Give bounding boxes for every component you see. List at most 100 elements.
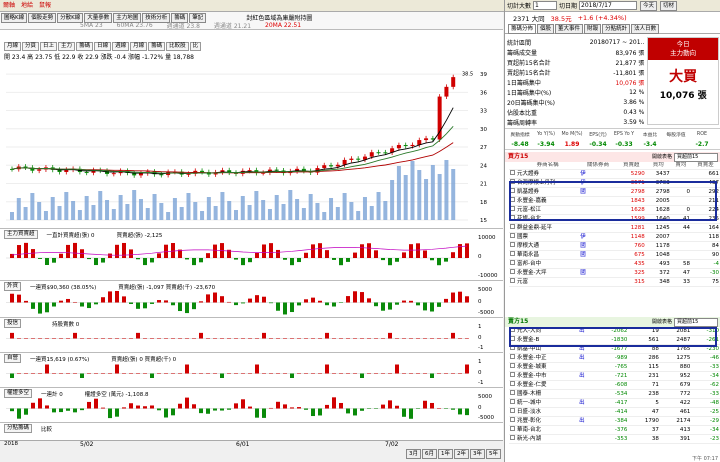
stock-price: 38.5元 xyxy=(550,15,572,23)
date-input[interactable]: 2018/7/17 xyxy=(579,1,638,10)
indicator-bar xyxy=(17,294,21,303)
period-btn-10[interactable]: 比較股 xyxy=(166,42,189,51)
rtab-branches[interactable]: 分點統計 xyxy=(602,23,631,34)
table-row[interactable]: 永豐金-仁愛 -608 71 679 -62 xyxy=(509,380,720,390)
tab-volume[interactable]: 大量參數 xyxy=(84,12,113,23)
row-checkbox[interactable] xyxy=(509,232,516,242)
table-row[interactable]: 永豐金-中正出 -989 286 1275 -46 xyxy=(509,353,720,363)
row-checkbox[interactable] xyxy=(509,389,516,399)
buy-highlight-box xyxy=(509,181,717,221)
indicator-bar xyxy=(444,373,448,374)
period-btn-6[interactable]: 日線 xyxy=(94,42,112,51)
menu-tab-3[interactable]: 鼠報 xyxy=(36,0,54,12)
table-row[interactable]: 華南-台北 -376 37 413 -34 xyxy=(509,425,720,435)
menu-tab-2[interactable]: 地給 xyxy=(18,0,36,12)
indicator-bar xyxy=(388,302,392,310)
row-checkbox[interactable] xyxy=(509,259,516,269)
table-row[interactable]: 元大證券伊 5290 3437 661 xyxy=(509,169,720,179)
analysis-button[interactable]: 切材 xyxy=(660,0,678,11)
period-btn-1[interactable]: 月線 xyxy=(4,42,22,51)
indicator-bar xyxy=(367,338,371,339)
range-3y[interactable]: 3年 xyxy=(470,449,485,459)
row-checkbox[interactable] xyxy=(509,277,516,287)
table-cell: 1245 xyxy=(645,223,671,233)
table-row[interactable]: 日盛-淡水 -414 47 461 -25 xyxy=(509,407,720,417)
table-row[interactable]: 永豐金-大坪國 325 372 47 -30 xyxy=(509,268,720,278)
panel-select[interactable]: 分點籌碼 xyxy=(4,424,33,433)
metric-value: 1.89 xyxy=(564,140,580,148)
period-btn-5[interactable]: 籌碼 xyxy=(76,42,94,51)
candle-body xyxy=(396,145,401,149)
rtab-events[interactable]: 董大事件 xyxy=(555,23,584,34)
menu-tab-1[interactable]: 爾軸 xyxy=(0,0,18,12)
indicator-bar xyxy=(346,408,350,414)
today-button[interactable]: 今天 xyxy=(640,0,658,11)
indicator-bar xyxy=(304,373,308,374)
row-checkbox[interactable] xyxy=(509,250,516,260)
row-checkbox[interactable] xyxy=(509,425,516,435)
range-3m[interactable]: 3月 xyxy=(406,449,421,459)
tab-mainforce[interactable]: 主力地圖 xyxy=(113,12,142,23)
row-checkbox[interactable] xyxy=(509,434,516,444)
period-btn-9[interactable]: 籌碼 xyxy=(148,42,166,51)
stock-name: 2371 大同 xyxy=(513,15,545,23)
buy-select[interactable]: 買超前15 xyxy=(674,152,718,162)
indicator-bar xyxy=(465,408,469,416)
row-checkbox[interactable] xyxy=(509,241,516,251)
row-checkbox[interactable] xyxy=(509,353,516,363)
table-row[interactable]: 群益金鼎-延平 1281 1245 44 164 xyxy=(509,223,720,233)
sell-open-table[interactable]: 開啟表格 xyxy=(652,317,672,327)
period-btn-11[interactable]: 比 xyxy=(189,42,202,51)
tab-dist[interactable]: 分散K線 xyxy=(57,12,84,23)
row-checkbox[interactable] xyxy=(509,416,516,426)
table-row[interactable]: 摩根大通國 760 1178 84 xyxy=(509,241,720,251)
moving-average-line xyxy=(11,107,454,175)
row-checkbox[interactable] xyxy=(509,223,516,233)
indicator-bar xyxy=(157,338,161,339)
buy-open-table[interactable]: 開啟表格 xyxy=(652,152,672,162)
row-checkbox[interactable] xyxy=(509,371,516,381)
table-row[interactable]: 統一-城中出 -417 5 422 -48 xyxy=(509,398,720,408)
rtab-stock[interactable]: 個股 xyxy=(537,23,555,34)
indicator-bar xyxy=(423,302,427,311)
row-checkbox[interactable] xyxy=(509,169,516,179)
period-btn-2[interactable]: 分頁 xyxy=(22,42,40,51)
table-row[interactable]: 國票伊 1148 2007 118 xyxy=(509,232,720,242)
table-row[interactable]: 華南永昌國 675 1048 90 xyxy=(509,250,720,260)
rtab-chips[interactable]: 籌碼分佈 xyxy=(508,23,537,34)
tab-kline[interactable]: 圖略K線 xyxy=(1,12,28,23)
row-checkbox[interactable] xyxy=(509,268,516,278)
volume-bar xyxy=(390,180,395,220)
period-btn-8[interactable]: 月線 xyxy=(130,42,148,51)
row-checkbox[interactable] xyxy=(509,398,516,408)
count-input[interactable]: 1 xyxy=(533,1,558,10)
table-row[interactable]: 兆豐-彰化出 -384 1790 2174 -29 xyxy=(509,416,720,426)
row-checkbox[interactable] xyxy=(509,407,516,417)
period-btn-7[interactable]: 週線 xyxy=(112,42,130,51)
rtab-financial[interactable]: 財報 xyxy=(584,23,602,34)
indicator-bar xyxy=(24,338,28,339)
table-row[interactable]: 永豐金-城東 -765 115 880 -33 xyxy=(509,362,720,372)
row-checkbox[interactable] xyxy=(509,380,516,390)
period-btn-3[interactable]: 日上 xyxy=(40,42,58,51)
indicator-bar xyxy=(66,373,70,374)
range-5y[interactable]: 5年 xyxy=(486,449,501,459)
ma20-label: 20MA 22.51 xyxy=(265,22,302,29)
indicator-bar xyxy=(290,373,294,378)
chart-area[interactable]: 月線 分頁 日上 主力 籌碼 日線 週線 月線 籌碼 比較股 比 開 23.4 … xyxy=(0,30,503,450)
row-checkbox[interactable] xyxy=(509,362,516,372)
table-row[interactable]: 永豐金-中市出 -721 231 952 -34 xyxy=(509,371,720,381)
indicator-bar xyxy=(374,250,378,258)
range-1y[interactable]: 1年 xyxy=(438,449,453,459)
range-2y[interactable]: 2年 xyxy=(454,449,469,459)
table-row[interactable]: 富邦-台中 435 493 58 -4 xyxy=(509,259,720,269)
period-btn-4[interactable]: 主力 xyxy=(58,42,76,51)
table-row[interactable]: 新光-內湖 -353 38 391 -23 xyxy=(509,434,720,444)
range-6m[interactable]: 6月 xyxy=(422,449,437,459)
table-row[interactable]: 元富 315 348 33 75 xyxy=(509,277,720,287)
rtab-inst[interactable]: 法人日數 xyxy=(631,23,660,34)
table-row[interactable]: 國泰-木柵 -534 238 772 -33 xyxy=(509,389,720,399)
tab-trend[interactable]: 個股走勢 xyxy=(28,12,57,23)
sell-select[interactable]: 買超前15 xyxy=(674,317,718,327)
indicator-bar xyxy=(192,404,196,409)
